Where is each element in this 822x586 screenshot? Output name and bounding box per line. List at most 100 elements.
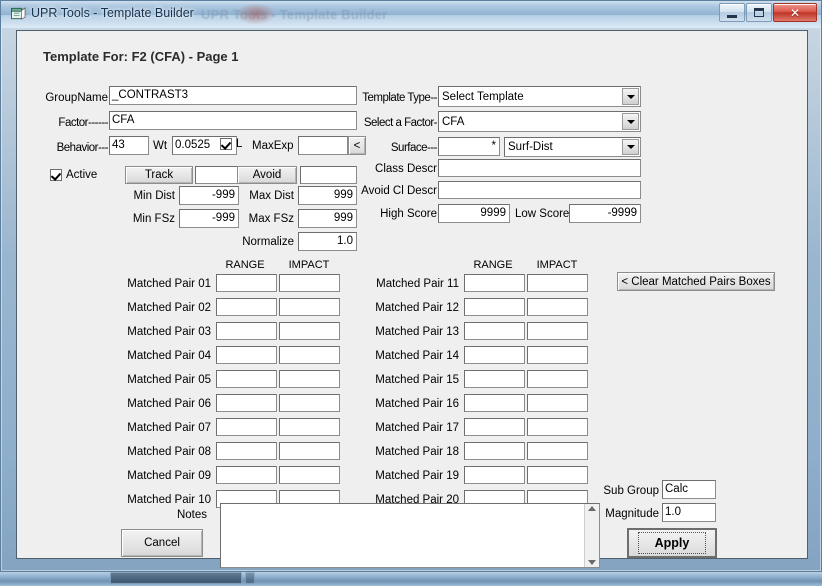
select-factor-select[interactable]: CFA <box>438 111 641 132</box>
matched-pair-impact-input[interactable] <box>279 466 340 484</box>
matched-pair-impact-input[interactable] <box>527 442 588 460</box>
matched-pair-impact-input[interactable] <box>279 298 340 316</box>
matched-pair-impact-input[interactable] <box>527 394 588 412</box>
matched-pair-range-input[interactable] <box>464 322 525 340</box>
behavior-label: Behavior--- <box>56 142 109 154</box>
minimize-button[interactable] <box>719 3 745 22</box>
matched-pair-label: Matched Pair 06 <box>127 398 211 410</box>
chevron-down-icon[interactable] <box>622 88 639 105</box>
close-button[interactable]: ✕ <box>773 3 817 22</box>
maximize-icon <box>754 8 764 17</box>
matched-pair-range-input[interactable] <box>216 298 277 316</box>
window-title: UPR Tools - Template Builder <box>31 6 194 20</box>
class-descr-label: Class Descr <box>375 163 437 175</box>
matched-pair-label: Matched Pair 09 <box>127 470 211 482</box>
l-checkbox-label: L <box>236 138 243 150</box>
min-dist-input[interactable]: -999 <box>179 186 239 205</box>
taskbar-button[interactable] <box>110 572 242 584</box>
maximize-button[interactable] <box>746 3 772 22</box>
class-descr-input[interactable] <box>438 159 641 177</box>
matched-pair-range-input[interactable] <box>216 442 277 460</box>
low-score-input[interactable]: -9999 <box>569 204 641 223</box>
min-fsz-label: Min FSz <box>132 213 175 225</box>
matched-pair-impact-input[interactable] <box>527 274 588 292</box>
matched-pair-range-input[interactable] <box>464 370 525 388</box>
notes-textarea[interactable] <box>220 503 600 568</box>
active-checkbox[interactable]: Active <box>50 169 97 181</box>
chevron-down-icon[interactable] <box>622 139 639 155</box>
normalize-input[interactable]: 1.0 <box>298 232 357 251</box>
surface-label: Surface--- <box>390 142 438 154</box>
title-bar[interactable]: UPR Tools - Template Builder UPR Tools -… <box>1 1 821 28</box>
checkbox-icon <box>220 138 232 150</box>
matched-pair-range-input[interactable] <box>464 418 525 436</box>
title-bar-ghost-text: UPR Tools - Template Builder <box>201 7 388 22</box>
avoid-button[interactable]: Avoid <box>237 166 297 184</box>
matched-pair-impact-input[interactable] <box>279 418 340 436</box>
min-dist-label: Min Dist <box>133 190 175 202</box>
maxexp-input[interactable] <box>298 136 348 155</box>
taskbar[interactable] <box>0 571 822 586</box>
max-fsz-label: Max FSz <box>248 213 294 225</box>
matched-pair-impact-input[interactable] <box>527 418 588 436</box>
matched-pair-range-input[interactable] <box>216 346 277 364</box>
matched-pair-impact-input[interactable] <box>279 322 340 340</box>
matched-pair-range-input[interactable] <box>464 466 525 484</box>
matched-pair-label: Matched Pair 13 <box>375 326 459 338</box>
matched-pair-range-input[interactable] <box>464 394 525 412</box>
matched-pair-impact-input[interactable] <box>527 346 588 364</box>
matched-pair-range-input[interactable] <box>216 274 277 292</box>
matched-pair-label: Matched Pair 14 <box>375 350 459 362</box>
matched-pair-label: Matched Pair 15 <box>375 374 459 386</box>
surface-input[interactable]: * <box>438 137 500 156</box>
matched-pair-impact-input[interactable] <box>527 322 588 340</box>
scroll-down-icon[interactable] <box>588 560 596 565</box>
matched-pair-impact-input[interactable] <box>279 370 340 388</box>
matched-pair-range-input[interactable] <box>216 466 277 484</box>
sub-group-input[interactable]: Calc <box>662 480 716 499</box>
cancel-button[interactable]: Cancel <box>121 529 203 557</box>
max-dist-label: Max Dist <box>249 190 294 202</box>
groupname-input[interactable]: _CONTRAST3 <box>109 86 357 105</box>
matched-pair-range-input[interactable] <box>216 418 277 436</box>
template-type-select[interactable]: Select Template <box>438 86 641 107</box>
matched-pair-label: Matched Pair 19 <box>375 470 459 482</box>
matched-pair-range-input[interactable] <box>216 370 277 388</box>
matched-pair-label: Matched Pair 04 <box>127 350 211 362</box>
matched-pair-impact-input[interactable] <box>279 394 340 412</box>
magnitude-input[interactable]: 1.0 <box>662 503 716 522</box>
matched-pair-impact-input[interactable] <box>527 370 588 388</box>
sub-group-label: Sub Group <box>603 485 659 497</box>
matched-pair-impact-input[interactable] <box>279 274 340 292</box>
matched-pair-range-input[interactable] <box>216 394 277 412</box>
normalize-label: Normalize <box>242 236 294 248</box>
matched-pair-impact-input[interactable] <box>279 346 340 364</box>
matched-pair-range-input[interactable] <box>464 298 525 316</box>
notes-text[interactable] <box>221 504 584 567</box>
min-fsz-input[interactable]: -999 <box>179 209 239 228</box>
taskbar-button[interactable] <box>245 572 255 584</box>
behavior-input[interactable]: 43 <box>109 136 149 155</box>
matched-pair-impact-input[interactable] <box>279 442 340 460</box>
apply-button[interactable]: Apply <box>627 528 717 558</box>
factor-input[interactable]: CFA <box>109 111 357 130</box>
clear-matched-pairs-button[interactable]: < Clear Matched Pairs Boxes <box>617 272 775 291</box>
matched-pair-range-input[interactable] <box>464 346 525 364</box>
impact-header-left: IMPACT <box>288 259 330 271</box>
groupname-label: GroupName <box>45 92 108 104</box>
chevron-down-icon[interactable] <box>622 113 639 130</box>
low-score-label: Low Score <box>515 208 570 220</box>
matched-pair-range-input[interactable] <box>464 442 525 460</box>
surface-mode-select[interactable]: Surf-Dist <box>504 137 641 157</box>
matched-pair-range-input[interactable] <box>464 274 525 292</box>
matched-pair-impact-input[interactable] <box>527 466 588 484</box>
matched-pair-label: Matched Pair 05 <box>127 374 211 386</box>
high-score-input[interactable]: 9999 <box>438 204 510 223</box>
avoid-cl-descr-label: Avoid Cl Descr <box>361 185 437 197</box>
template-type-label: Template Type-- <box>362 92 437 104</box>
avoid-cl-descr-input[interactable] <box>438 181 641 199</box>
l-checkbox[interactable]: L <box>220 138 242 150</box>
matched-pair-range-input[interactable] <box>216 322 277 340</box>
matched-pair-impact-input[interactable] <box>527 298 588 316</box>
track-button[interactable]: Track <box>125 166 193 184</box>
